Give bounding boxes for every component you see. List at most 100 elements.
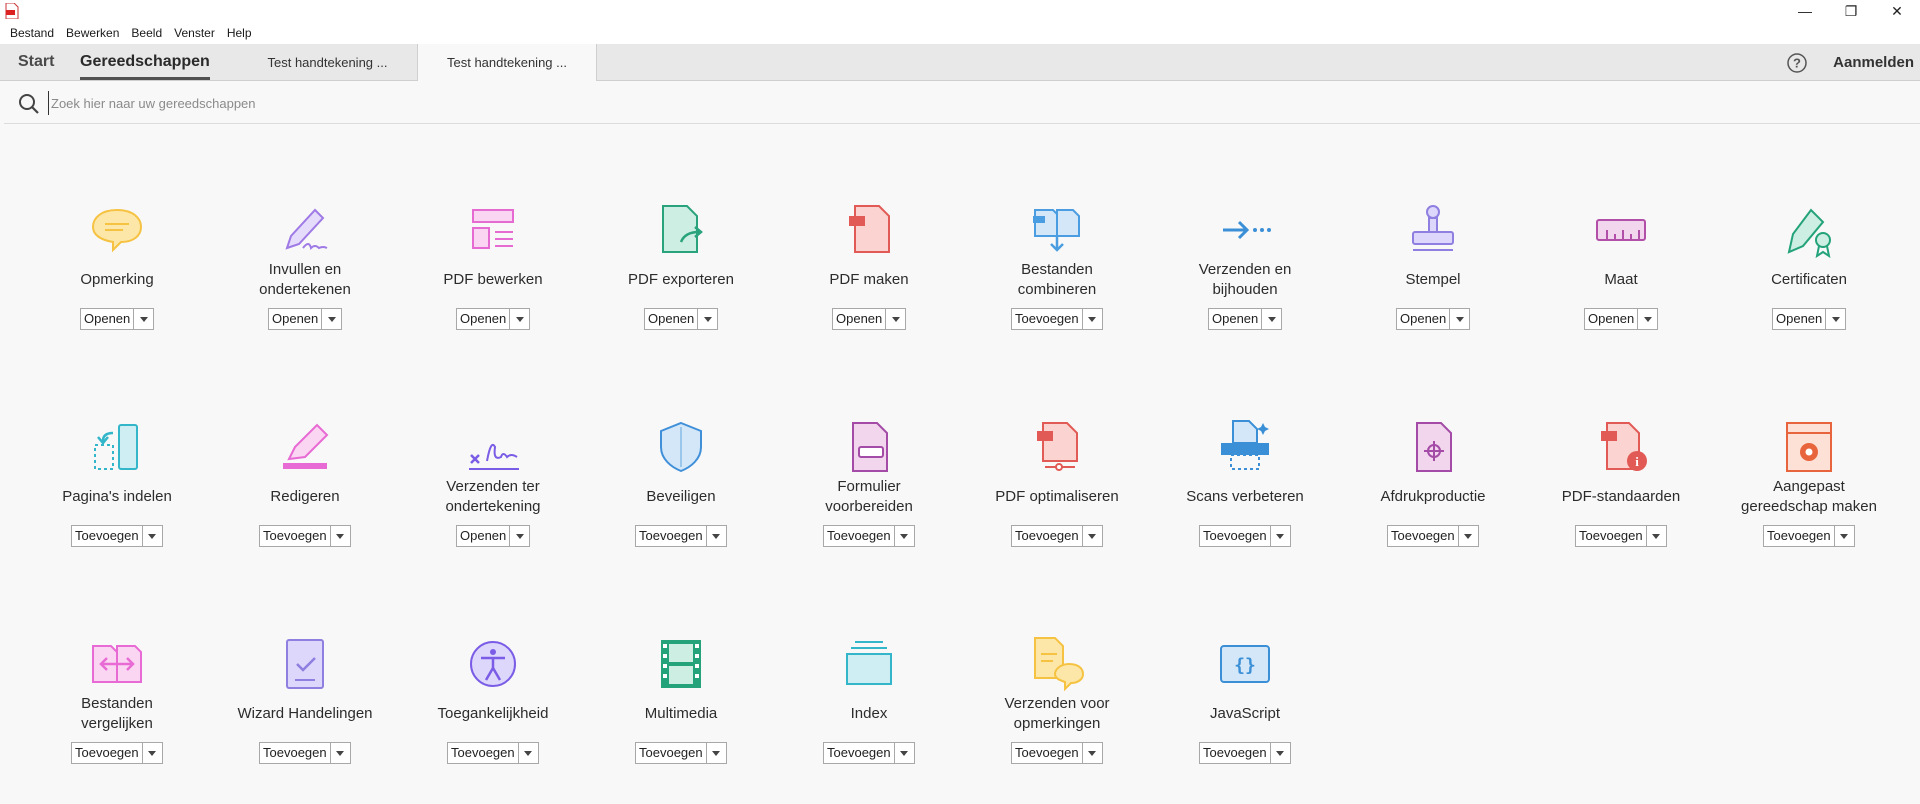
- pdf-standards-icon[interactable]: i: [1591, 417, 1651, 477]
- button-label[interactable]: Openen: [1773, 309, 1827, 329]
- chevron-down-icon[interactable]: [1083, 526, 1102, 546]
- chevron-down-icon[interactable]: [1459, 526, 1478, 546]
- add-dropdown-button[interactable]: Toevoegen: [1199, 742, 1291, 764]
- tool-send-comments[interactable]: Verzenden voor opmerkingen Toevoegen: [963, 634, 1151, 804]
- button-label[interactable]: Openen: [1209, 309, 1263, 329]
- redact-icon[interactable]: [275, 417, 335, 477]
- menu-bestand[interactable]: Bestand: [4, 26, 60, 40]
- button-label[interactable]: Toevoegen: [636, 526, 707, 546]
- close-button[interactable]: ✕: [1874, 0, 1920, 22]
- button-label[interactable]: Openen: [1585, 309, 1639, 329]
- chevron-down-icon[interactable]: [1083, 309, 1102, 329]
- menu-beeld[interactable]: Beeld: [125, 26, 168, 40]
- tool-fill-sign[interactable]: Invullen en ondertekenen Openen: [211, 200, 399, 370]
- chevron-down-icon[interactable]: [707, 526, 726, 546]
- chevron-down-icon[interactable]: [698, 309, 717, 329]
- open-dropdown-button[interactable]: Openen: [268, 308, 342, 330]
- add-dropdown-button[interactable]: Toevoegen: [1011, 742, 1103, 764]
- chevron-down-icon[interactable]: [510, 309, 529, 329]
- restore-button[interactable]: ❐: [1828, 0, 1874, 22]
- document-tab-1[interactable]: Test handtekening ...: [238, 44, 418, 81]
- tool-custom-tool[interactable]: Aangepast gereedschap maken Toevoegen: [1715, 417, 1903, 587]
- minimize-button[interactable]: —: [1782, 0, 1828, 22]
- button-label[interactable]: Toevoegen: [1012, 743, 1083, 763]
- fill-sign-icon[interactable]: [275, 200, 335, 260]
- add-dropdown-button[interactable]: Toevoegen: [259, 742, 351, 764]
- chevron-down-icon[interactable]: [1647, 526, 1666, 546]
- add-dropdown-button[interactable]: Toevoegen: [823, 525, 915, 547]
- button-label[interactable]: Toevoegen: [636, 743, 707, 763]
- chevron-down-icon[interactable]: [510, 526, 529, 546]
- protect-shield-icon[interactable]: [651, 417, 711, 477]
- open-dropdown-button[interactable]: Openen: [456, 308, 530, 330]
- add-dropdown-button[interactable]: Toevoegen: [259, 525, 351, 547]
- menu-venster[interactable]: Venster: [168, 26, 221, 40]
- chevron-down-icon[interactable]: [331, 743, 350, 763]
- button-label[interactable]: Toevoegen: [1012, 309, 1083, 329]
- multimedia-icon[interactable]: [651, 634, 711, 694]
- tab-tools[interactable]: Gereedschappen: [80, 53, 210, 71]
- add-dropdown-button[interactable]: Toevoegen: [1575, 525, 1667, 547]
- button-label[interactable]: Toevoegen: [824, 743, 895, 763]
- tool-pdf-standards[interactable]: i PDF-standaarden Toevoegen: [1527, 417, 1715, 587]
- open-dropdown-button[interactable]: Openen: [1772, 308, 1846, 330]
- button-label[interactable]: Openen: [833, 309, 887, 329]
- search-input[interactable]: [48, 91, 848, 115]
- tool-optimize-pdf[interactable]: PDF optimaliseren Toevoegen: [963, 417, 1151, 587]
- accessibility-icon[interactable]: [463, 634, 523, 694]
- help-icon[interactable]: ?: [1787, 53, 1807, 73]
- tool-print-production[interactable]: Afdrukproductie Toevoegen: [1339, 417, 1527, 587]
- tool-accessibility[interactable]: Toegankelijkheid Toevoegen: [399, 634, 587, 804]
- chevron-down-icon[interactable]: [895, 743, 914, 763]
- tool-send-sign[interactable]: Verzenden ter ondertekening Openen: [399, 417, 587, 587]
- custom-tool-icon[interactable]: [1779, 417, 1839, 477]
- tool-certificate[interactable]: Certificaten Openen: [1715, 200, 1903, 370]
- add-dropdown-button[interactable]: Toevoegen: [447, 742, 539, 764]
- tool-comment[interactable]: Opmerking Openen: [23, 200, 211, 370]
- add-dropdown-button[interactable]: Toevoegen: [1387, 525, 1479, 547]
- print-production-icon[interactable]: [1403, 417, 1463, 477]
- combine-files-icon[interactable]: [1027, 200, 1087, 260]
- certificate-icon[interactable]: [1779, 200, 1839, 260]
- chevron-down-icon[interactable]: [707, 743, 726, 763]
- send-track-icon[interactable]: [1215, 200, 1275, 260]
- action-wizard-icon[interactable]: [275, 634, 335, 694]
- open-dropdown-button[interactable]: Openen: [456, 525, 530, 547]
- tool-redact[interactable]: Redigeren Toevoegen: [211, 417, 399, 587]
- tool-measure[interactable]: Maat Openen: [1527, 200, 1715, 370]
- tool-index[interactable]: Index Toevoegen: [775, 634, 963, 804]
- button-label[interactable]: Toevoegen: [72, 526, 143, 546]
- chevron-down-icon[interactable]: [1083, 743, 1102, 763]
- chevron-down-icon[interactable]: [895, 526, 914, 546]
- button-label[interactable]: Openen: [1397, 309, 1451, 329]
- chevron-down-icon[interactable]: [1826, 309, 1845, 329]
- add-dropdown-button[interactable]: Toevoegen: [1763, 525, 1855, 547]
- compare-files-icon[interactable]: [87, 634, 147, 694]
- button-label[interactable]: Openen: [645, 309, 699, 329]
- tool-prepare-form[interactable]: Formulier voorbereiden Toevoegen: [775, 417, 963, 587]
- export-pdf-icon[interactable]: [651, 200, 711, 260]
- chevron-down-icon[interactable]: [134, 309, 153, 329]
- organize-pages-icon[interactable]: [87, 417, 147, 477]
- tool-javascript[interactable]: {} JavaScript Toevoegen: [1151, 634, 1339, 804]
- chevron-down-icon[interactable]: [1638, 309, 1657, 329]
- create-pdf-icon[interactable]: [839, 200, 899, 260]
- button-label[interactable]: Openen: [457, 309, 511, 329]
- button-label[interactable]: Toevoegen: [1012, 526, 1083, 546]
- button-label[interactable]: Openen: [269, 309, 323, 329]
- tool-compare-files[interactable]: Bestanden vergelijken Toevoegen: [23, 634, 211, 804]
- tool-enhance-scans[interactable]: Scans verbeteren Toevoegen: [1151, 417, 1339, 587]
- open-dropdown-button[interactable]: Openen: [1584, 308, 1658, 330]
- add-dropdown-button[interactable]: Toevoegen: [1199, 525, 1291, 547]
- tool-stamp[interactable]: Stempel Openen: [1339, 200, 1527, 370]
- chevron-down-icon[interactable]: [519, 743, 538, 763]
- open-dropdown-button[interactable]: Openen: [644, 308, 718, 330]
- tool-export-pdf[interactable]: PDF exporteren Openen: [587, 200, 775, 370]
- add-dropdown-button[interactable]: Toevoegen: [635, 742, 727, 764]
- button-label[interactable]: Toevoegen: [260, 526, 331, 546]
- open-dropdown-button[interactable]: Openen: [1208, 308, 1282, 330]
- measure-icon[interactable]: [1591, 200, 1651, 260]
- chevron-down-icon[interactable]: [322, 309, 341, 329]
- chevron-down-icon[interactable]: [1271, 526, 1290, 546]
- stamp-icon[interactable]: [1403, 200, 1463, 260]
